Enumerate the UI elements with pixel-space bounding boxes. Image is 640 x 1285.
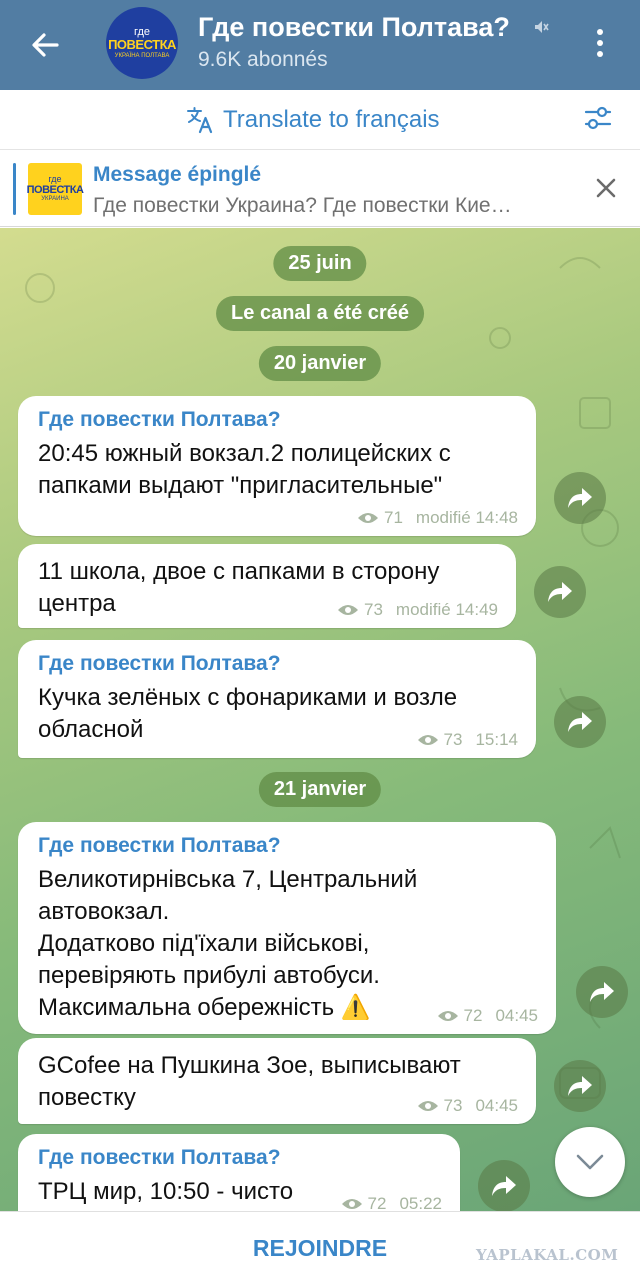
- pinned-title: Message épinglé: [93, 163, 262, 186]
- message-author: Где повестки Полтава?: [38, 834, 281, 857]
- message-author: Где повестки Полтава?: [38, 408, 281, 431]
- translate-bar: Translate to français: [0, 90, 640, 150]
- message-author: Где повестки Полтава?: [38, 652, 281, 675]
- forward-button[interactable]: [478, 1160, 530, 1211]
- join-button[interactable]: REJOINDRE: [230, 1226, 410, 1270]
- message-bubble[interactable]: Где повестки Полтава? Кучка зелёных с фо…: [18, 640, 536, 758]
- message-meta: 71 modifié 14:48: [357, 508, 518, 528]
- message-text: Великотирнівська 7, Центральний автовокз…: [38, 866, 418, 1021]
- message-author: Где повестки Полтава?: [38, 1146, 281, 1169]
- message-bubble[interactable]: Где повестки Полтава? 20:45 южный вокзал…: [18, 396, 536, 536]
- date-separator: 21 janvier: [258, 772, 382, 807]
- forward-icon: [568, 1076, 592, 1096]
- channel-title[interactable]: Где повестки Полтава?: [198, 12, 510, 43]
- forward-icon: [568, 488, 592, 508]
- message-meta: 72 05:22: [341, 1194, 442, 1211]
- forward-icon: [568, 712, 592, 732]
- message-meta: 73 04:45: [417, 1096, 518, 1116]
- settings-sliders-icon[interactable]: [582, 102, 614, 134]
- eye-icon: [358, 513, 378, 523]
- pinned-thumbnail: где ПОВЕСТКА УКРАИНА: [27, 163, 84, 215]
- forward-button[interactable]: [576, 966, 628, 1018]
- eye-icon: [417, 1101, 438, 1111]
- chevron-down-icon: [576, 1154, 604, 1170]
- channel-avatar[interactable]: где ПОВЕСТКА УКРАЇНА ПОЛТАВА: [106, 7, 178, 79]
- forward-button[interactable]: [554, 696, 606, 748]
- eye-icon: [417, 735, 438, 745]
- translate-label: Translate to français: [223, 106, 440, 133]
- eye-icon: [437, 1011, 458, 1021]
- forward-button[interactable]: [554, 472, 606, 524]
- message-bubble[interactable]: 11 школа, двое с папками в сторону центр…: [18, 544, 516, 628]
- forward-button[interactable]: [534, 566, 586, 618]
- message-bubble[interactable]: Где повестки Полтава? Великотирнівська 7…: [18, 822, 556, 1034]
- subscriber-count: 9.6K abonnés: [198, 48, 328, 71]
- pinned-message-bar[interactable]: где ПОВЕСТКА УКРАИНА Message épinglé Где…: [0, 151, 640, 227]
- mute-icon: [535, 21, 549, 33]
- service-message: Le canal a été créé: [216, 296, 424, 331]
- message-bubble[interactable]: Где повестки Полтава? ТРЦ мир, 10:50 - ч…: [18, 1134, 460, 1211]
- pinned-indicator: [13, 163, 16, 215]
- message-bubble[interactable]: GCofee на Пушкина Зое, выписывают повест…: [18, 1038, 536, 1124]
- forward-button[interactable]: [554, 1060, 606, 1112]
- message-meta: 73 15:14: [417, 730, 518, 750]
- watermark: YAPLAKAL.COM: [476, 1246, 619, 1264]
- eye-icon: [341, 1199, 362, 1209]
- back-arrow-icon: [32, 33, 59, 57]
- date-separator: 20 janvier: [258, 346, 382, 381]
- more-menu-button[interactable]: [583, 20, 617, 66]
- date-separator: 25 juin: [273, 246, 367, 281]
- message-meta: 72 04:45: [437, 1006, 538, 1026]
- eye-icon: [338, 605, 358, 615]
- message-meta: 73 modifié 14:49: [337, 600, 498, 620]
- close-icon[interactable]: [590, 172, 622, 204]
- forward-icon: [492, 1176, 516, 1196]
- scroll-down-button[interactable]: [555, 1127, 625, 1197]
- back-button[interactable]: [22, 22, 68, 68]
- more-icon: [597, 29, 603, 35]
- chat-header: где ПОВЕСТКА УКРАЇНА ПОЛТАВА Где повестк…: [0, 0, 640, 90]
- message-text: 20:45 южный вокзал.2 полицейских с папка…: [38, 440, 451, 499]
- pinned-text: Где повестки Украина? Где повестки Кие…: [93, 194, 512, 217]
- forward-icon: [590, 982, 614, 1002]
- chat-area[interactable]: 25 juin Le canal a été créé 20 janvier Г…: [0, 228, 640, 1211]
- forward-icon: [548, 582, 572, 602]
- translate-button[interactable]: Translate to français: [185, 100, 440, 140]
- bottom-bar: REJOINDRE YAPLAKAL.COM: [0, 1211, 640, 1285]
- translate-icon: [187, 107, 213, 134]
